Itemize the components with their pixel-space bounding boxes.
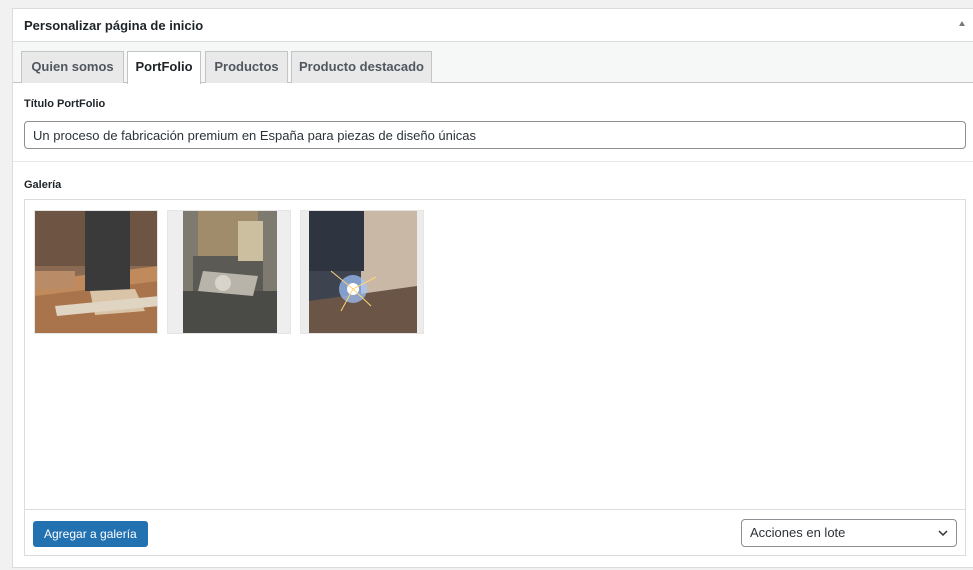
portfolio-title-input[interactable]	[24, 121, 966, 149]
tab-productos[interactable]: Productos	[205, 51, 288, 83]
tabs-bar: Quien somos PortFolio Productos Producto…	[13, 42, 973, 84]
gallery-image-2[interactable]	[167, 210, 291, 334]
collapse-arrow-icon[interactable]	[959, 21, 965, 26]
bulk-actions-select[interactable]: Acciones en lote	[741, 519, 957, 547]
gallery-box: Agregar a galería Acciones en lote	[24, 199, 966, 556]
metabox-header[interactable]: Personalizar página de inicio	[13, 9, 973, 42]
photo-welding-icon	[301, 211, 423, 333]
gallery-footer: Agregar a galería Acciones en lote	[25, 509, 965, 555]
photo-sawing-icon	[168, 211, 290, 333]
gallery-image-3[interactable]	[300, 210, 424, 334]
add-to-gallery-button[interactable]: Agregar a galería	[33, 521, 148, 547]
gallery-label: Galería	[24, 179, 62, 191]
divider	[13, 161, 973, 162]
gallery-image-1[interactable]	[34, 210, 158, 334]
tab-quien-somos[interactable]: Quien somos	[21, 51, 124, 83]
tab-portfolio[interactable]: PortFolio	[127, 51, 201, 84]
bulk-actions-label: Acciones en lote	[750, 525, 846, 540]
tab-producto-destacado[interactable]: Producto destacado	[291, 51, 432, 83]
photo-woodworking-icon	[35, 211, 157, 333]
metabox-personalizar: Personalizar página de inicio Quien somo…	[12, 8, 973, 568]
chevron-down-icon	[938, 530, 948, 537]
portfolio-title-label: Título PortFolio	[24, 98, 106, 110]
metabox-title: Personalizar página de inicio	[24, 18, 204, 33]
